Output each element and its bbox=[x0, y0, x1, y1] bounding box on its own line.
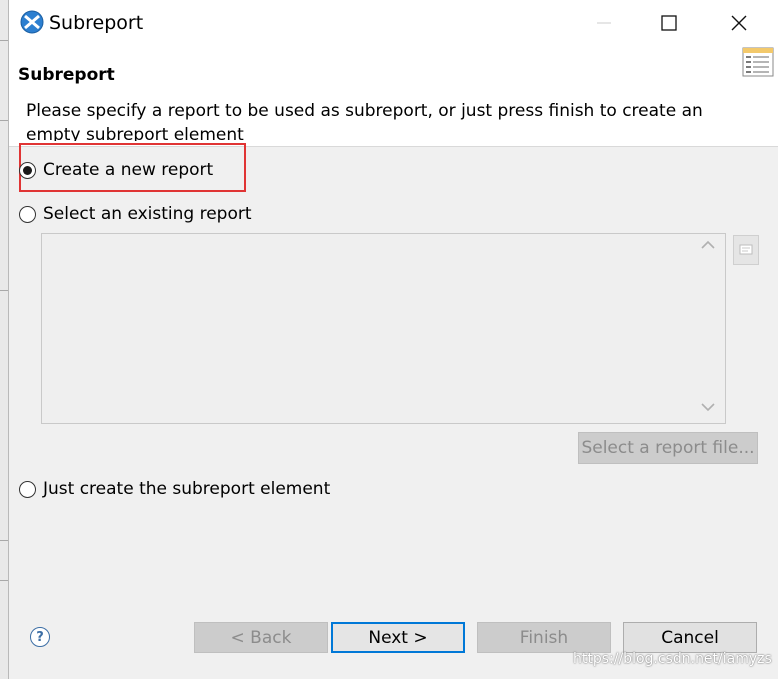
minimize-icon bbox=[597, 22, 611, 24]
wizard-header: Subreport Please specify a report to be … bbox=[9, 46, 778, 147]
repository-icon bbox=[739, 244, 753, 255]
just-create-subreport-label: Just create the subreport element bbox=[43, 479, 331, 499]
minimize-button[interactable] bbox=[569, 0, 639, 46]
finish-button[interactable]: Finish bbox=[477, 622, 611, 653]
title-bar: Subreport bbox=[9, 0, 778, 46]
watermark-text: https://blog.csdn.net/iamyzs bbox=[573, 651, 772, 667]
create-new-report-radio[interactable] bbox=[19, 161, 36, 179]
maximize-button[interactable] bbox=[634, 0, 704, 46]
close-button[interactable] bbox=[704, 0, 774, 46]
scroll-up-icon[interactable] bbox=[701, 240, 715, 250]
window-title: Subreport bbox=[49, 12, 144, 34]
repository-browse-button[interactable] bbox=[733, 235, 759, 265]
help-icon[interactable]: ? bbox=[30, 627, 50, 647]
select-existing-report-option[interactable]: Select an existing report bbox=[19, 204, 252, 224]
page-description-line-1: Please specify a report to be used as su… bbox=[26, 101, 703, 121]
page-description: Please specify a report to be used as su… bbox=[26, 99, 726, 141]
cancel-button[interactable]: Cancel bbox=[623, 622, 757, 653]
just-create-subreport-radio[interactable] bbox=[19, 480, 36, 498]
create-new-report-option[interactable]: Create a new report bbox=[19, 160, 213, 180]
page-title: Subreport bbox=[18, 65, 115, 85]
existing-report-list[interactable] bbox=[41, 233, 726, 424]
maximize-icon bbox=[661, 15, 677, 31]
just-create-subreport-option[interactable]: Just create the subreport element bbox=[19, 479, 330, 499]
page-description-line-2: empty subreport element bbox=[26, 125, 244, 141]
create-new-report-label: Create a new report bbox=[43, 160, 214, 180]
close-icon bbox=[731, 15, 747, 31]
select-report-file-button[interactable]: Select a report file... bbox=[578, 432, 758, 464]
eclipse-app-icon bbox=[20, 10, 44, 34]
wizard-banner-icon bbox=[742, 47, 774, 77]
scroll-down-icon[interactable] bbox=[701, 402, 715, 412]
subreport-dialog: Subreport Subreport Please specify a rep… bbox=[8, 0, 778, 679]
select-existing-report-label: Select an existing report bbox=[43, 204, 252, 224]
select-existing-report-radio[interactable] bbox=[19, 205, 36, 223]
back-button[interactable]: < Back bbox=[194, 622, 328, 653]
next-button[interactable]: Next > bbox=[331, 622, 465, 653]
